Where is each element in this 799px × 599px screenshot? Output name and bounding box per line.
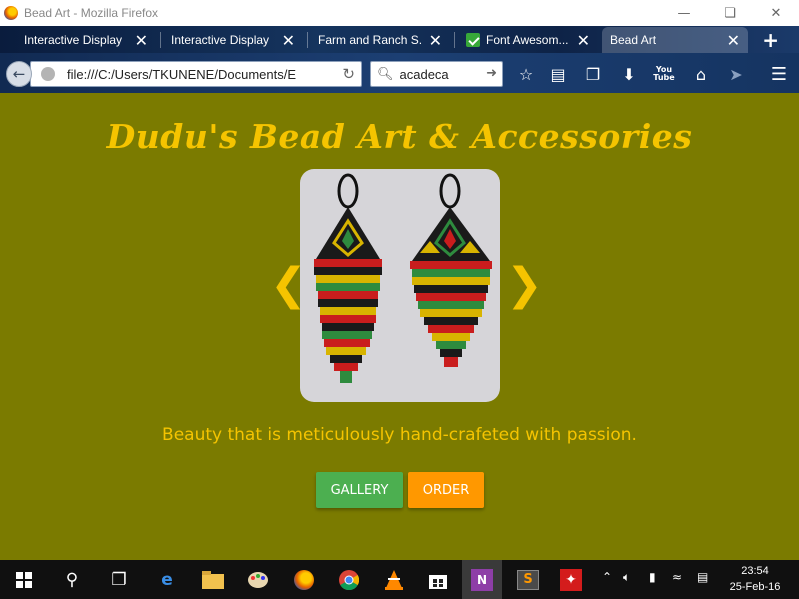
menu-hamburger-icon[interactable]: ☰ xyxy=(767,62,791,86)
sublime-text-icon[interactable]: S xyxy=(515,567,541,593)
tab-label: Font Awesom... xyxy=(486,33,569,47)
tab-close-icon[interactable]: ✕ xyxy=(577,31,590,51)
carousel-image-beaded-earrings xyxy=(300,169,500,402)
send-tab-icon[interactable]: ➤ xyxy=(724,62,748,86)
search-icon: 🔍︎ xyxy=(377,66,394,82)
volume-icon[interactable]: 🔈︎ xyxy=(623,570,630,585)
tab-label: Interactive Display xyxy=(24,33,123,47)
paint-palette-icon[interactable] xyxy=(245,567,271,593)
minimize-icon: — xyxy=(677,5,691,21)
show-hidden-icons-icon[interactable]: ⌃ xyxy=(602,570,612,584)
restore-icon: ❏ xyxy=(724,5,736,21)
tab-label: Bead Art xyxy=(610,33,657,47)
wifi-icon[interactable]: ≈ xyxy=(672,570,682,584)
tab-label: Farm and Ranch S... xyxy=(318,33,422,47)
search-icon[interactable]: ⚲ xyxy=(59,567,85,593)
back-arrow-icon: ← xyxy=(12,65,26,83)
window-title: Bead Art - Mozilla Firefox xyxy=(24,6,159,20)
close-window-button[interactable]: ✕ xyxy=(753,0,799,26)
windows-taskbar: ⚲ ❐ e N S ✦ ⌃ 🔈︎ ▮ ≈ ▤ 23:54 25-Feb-16 xyxy=(0,560,799,599)
home-icon[interactable]: ⌂ xyxy=(689,62,713,86)
new-tab-button[interactable]: + xyxy=(762,28,779,52)
tab-farm-and-ranch[interactable]: Farm and Ranch S... ✕ xyxy=(310,27,450,53)
tab-bead-art[interactable]: Bead Art ✕ xyxy=(602,27,748,53)
page-heading: Dudu's Bead Art & Accessories xyxy=(106,117,693,156)
search-input[interactable]: acadeca xyxy=(400,67,449,82)
clock-date: 25-Feb-16 xyxy=(729,581,781,593)
downloads-icon[interactable]: ⬇ xyxy=(617,62,641,86)
taskbar-clock[interactable]: 23:54 25-Feb-16 xyxy=(724,563,786,595)
reload-icon[interactable]: ↻ xyxy=(342,65,355,83)
search-bar[interactable]: 🔍︎ acadeca ➜ xyxy=(370,61,503,87)
clock-time: 23:54 xyxy=(741,565,769,577)
tab-divider xyxy=(307,32,308,48)
pdf-reader-icon[interactable]: ✦ xyxy=(558,567,584,593)
restore-button[interactable]: ❏ xyxy=(707,0,753,26)
tab-divider xyxy=(160,32,161,48)
tab-interactive-display-1[interactable]: Interactive Display ✕ xyxy=(16,27,156,53)
tab-interactive-display-2[interactable]: Interactive Display ✕ xyxy=(163,27,303,53)
youtube-icon[interactable]: You Tube xyxy=(652,62,676,86)
order-button[interactable]: ORDER xyxy=(408,472,484,508)
window-controls: — ❏ ✕ xyxy=(661,0,799,26)
action-center-icon[interactable]: ▤ xyxy=(697,570,708,584)
navigation-toolbar: file:///C:/Users/TKUNENE/Documents/E ↻ ←… xyxy=(0,53,799,93)
tab-font-awesome[interactable]: Font Awesom... ✕ xyxy=(458,27,598,53)
tab-close-icon[interactable]: ✕ xyxy=(727,31,740,51)
font-awesome-favicon-icon xyxy=(466,33,480,47)
page-tagline: Beauty that is meticulously hand-crafete… xyxy=(162,425,637,445)
site-identity-icon[interactable] xyxy=(41,67,55,81)
page-content: Dudu's Bead Art & Accessories ❮ ❯ Beauty… xyxy=(0,93,799,560)
url-bar[interactable]: file:///C:/Users/TKUNENE/Documents/E ↻ xyxy=(30,61,362,87)
youtube-label-bottom: Tube xyxy=(653,73,675,82)
tab-divider xyxy=(454,32,455,48)
pocket-icon[interactable]: ❐ xyxy=(581,62,605,86)
store-bag-icon[interactable] xyxy=(425,567,451,593)
edge-browser-icon[interactable]: e xyxy=(154,567,180,593)
minimize-button[interactable]: — xyxy=(661,0,707,26)
url-input[interactable]: file:///C:/Users/TKUNENE/Documents/E xyxy=(67,67,329,82)
file-explorer-icon[interactable] xyxy=(200,567,226,593)
close-icon: ✕ xyxy=(770,5,782,21)
search-go-icon[interactable]: ➜ xyxy=(486,66,497,81)
battery-icon[interactable]: ▮ xyxy=(649,570,656,584)
carousel-next-arrow-icon[interactable]: ❯ xyxy=(506,259,543,310)
vlc-icon[interactable] xyxy=(381,567,407,593)
task-view-icon[interactable]: ❐ xyxy=(106,567,132,593)
chrome-icon[interactable] xyxy=(336,567,362,593)
start-windows-icon[interactable] xyxy=(11,567,37,593)
tab-strip: Interactive Display ✕ Interactive Displa… xyxy=(0,26,799,53)
tab-close-icon[interactable]: ✕ xyxy=(282,31,295,51)
bookmark-star-icon[interactable]: ☆ xyxy=(514,62,538,86)
tab-close-icon[interactable]: ✕ xyxy=(429,31,442,51)
firefox-taskbar-icon[interactable] xyxy=(291,567,317,593)
tab-label: Interactive Display xyxy=(171,33,270,47)
beaded-earrings-image xyxy=(314,173,492,383)
onenote-icon[interactable]: N xyxy=(462,560,502,599)
firefox-logo-icon xyxy=(4,6,18,20)
back-button[interactable]: ← xyxy=(6,61,32,87)
window-titlebar: Bead Art - Mozilla Firefox — ❏ ✕ xyxy=(0,0,799,26)
plus-icon: + xyxy=(762,28,779,52)
reading-list-icon[interactable]: ▤ xyxy=(546,62,570,86)
gallery-button[interactable]: GALLERY xyxy=(316,472,403,508)
tab-close-icon[interactable]: ✕ xyxy=(135,31,148,51)
